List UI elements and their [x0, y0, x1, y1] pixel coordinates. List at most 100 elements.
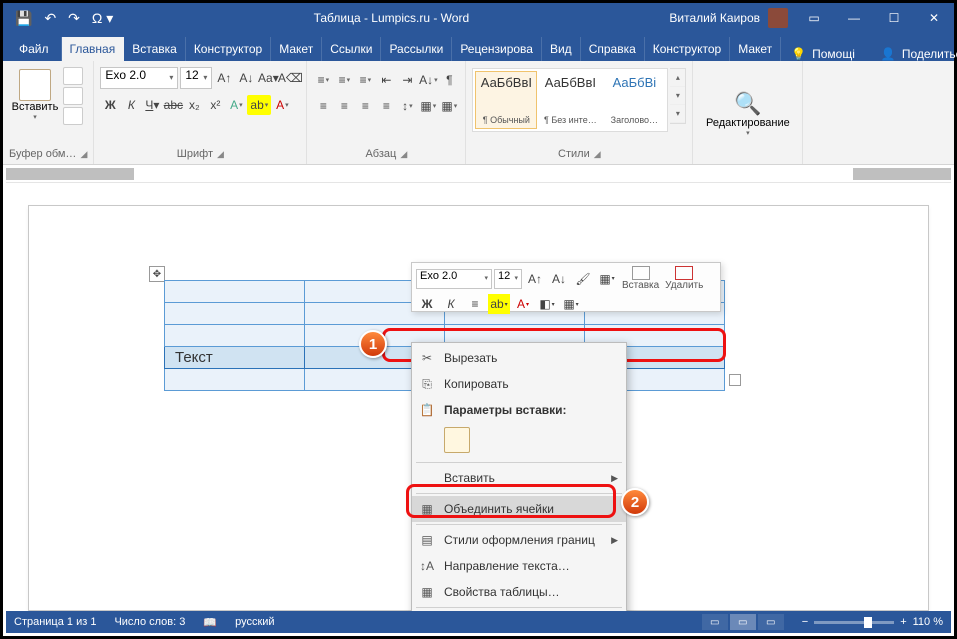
- align-justify-icon[interactable]: ≡: [376, 96, 396, 116]
- mini-italic-icon[interactable]: К: [440, 294, 462, 314]
- show-marks-icon[interactable]: ¶: [439, 70, 459, 90]
- align-left-icon[interactable]: ≡: [313, 96, 333, 116]
- style-heading1[interactable]: АаБбВіЗаголово…: [603, 71, 665, 129]
- mini-bold-icon[interactable]: Ж: [416, 294, 438, 314]
- redo-icon[interactable]: ↷: [68, 10, 80, 27]
- menu-border-styles[interactable]: ▤Стили оформления границ▶: [412, 527, 626, 553]
- undo-icon[interactable]: ↶: [44, 10, 56, 27]
- page[interactable]: ✥ Текст Exo 2.0▾ 12▾ A↑ A↓ 🖌 ▦ Вставка У…: [28, 205, 929, 611]
- line-spacing-icon[interactable]: ↕: [397, 96, 417, 116]
- dialog-launcher-icon[interactable]: ◢: [80, 149, 87, 160]
- text-effects-icon[interactable]: A: [226, 95, 246, 115]
- mini-align-icon[interactable]: ≡: [464, 294, 486, 314]
- menu-text-direction[interactable]: ↕AНаправление текста…: [412, 553, 626, 579]
- tab-home[interactable]: Главная: [62, 37, 125, 61]
- indent-inc-icon[interactable]: ⇥: [397, 70, 417, 90]
- menu-copy[interactable]: ⎘Копировать: [412, 371, 626, 397]
- mini-delete-button[interactable]: Удалить: [663, 266, 705, 291]
- minimize-button[interactable]: —: [834, 3, 874, 33]
- sort-icon[interactable]: A↓: [418, 70, 438, 90]
- status-language[interactable]: русский: [235, 616, 274, 628]
- tab-file[interactable]: Файл: [7, 37, 62, 61]
- horizontal-ruler[interactable]: [6, 165, 951, 183]
- mini-highlight-icon[interactable]: ab: [488, 294, 510, 314]
- styles-gallery[interactable]: АаБбВвІ¶ Обычный АаБбВвІ¶ Без инте… АаБб…: [472, 68, 668, 132]
- zoom-out-icon[interactable]: −: [802, 616, 808, 628]
- tab-table-design[interactable]: Конструктор: [645, 37, 730, 61]
- mini-insert-button[interactable]: Вставка: [620, 266, 661, 291]
- zoom-in-icon[interactable]: +: [900, 616, 906, 628]
- tab-help[interactable]: Справка: [581, 37, 645, 61]
- save-icon[interactable]: 💾: [15, 10, 32, 27]
- bullets-icon[interactable]: ≡: [313, 70, 333, 90]
- menu-merge-cells[interactable]: ▦Объединить ячейки: [412, 496, 626, 522]
- mini-shading-icon[interactable]: ◧: [536, 294, 558, 314]
- mini-grow-icon[interactable]: A↑: [524, 269, 546, 289]
- table-resize-handle[interactable]: [729, 374, 741, 386]
- shading-icon[interactable]: ▦: [418, 96, 438, 116]
- mini-size-select[interactable]: 12▾: [494, 269, 522, 289]
- avatar[interactable]: [768, 8, 788, 28]
- find-button[interactable]: 🔍 Редактирование ▾: [722, 87, 774, 137]
- menu-table-properties[interactable]: ▦Свойства таблицы…: [412, 579, 626, 605]
- font-color-icon[interactable]: A: [272, 95, 292, 115]
- format-painter-icon[interactable]: [63, 107, 83, 125]
- table-cell-text[interactable]: Текст: [165, 347, 305, 369]
- view-web-icon[interactable]: ▭: [758, 614, 784, 630]
- tell-me-label[interactable]: Помощі: [812, 47, 855, 61]
- tab-view[interactable]: Вид: [542, 37, 581, 61]
- zoom-level[interactable]: 110 %: [913, 616, 943, 628]
- mini-font-select[interactable]: Exo 2.0▾: [416, 269, 492, 289]
- grow-font-icon[interactable]: A↑: [214, 68, 234, 88]
- ribbon-options-icon[interactable]: ▭: [794, 3, 834, 33]
- highlight-icon[interactable]: ab: [247, 95, 271, 115]
- italic-button[interactable]: К: [121, 95, 141, 115]
- align-right-icon[interactable]: ≡: [355, 96, 375, 116]
- font-size-select[interactable]: 12▾: [180, 67, 212, 89]
- style-nospacing[interactable]: АаБбВвІ¶ Без инте…: [539, 71, 601, 129]
- paste-option-icon[interactable]: [444, 427, 470, 453]
- mini-shrink-icon[interactable]: A↓: [548, 269, 570, 289]
- tab-layout[interactable]: Макет: [271, 37, 322, 61]
- superscript-button[interactable]: x²: [205, 95, 225, 115]
- subscript-button[interactable]: x₂: [184, 95, 204, 115]
- style-normal[interactable]: АаБбВвІ¶ Обычный: [475, 71, 537, 129]
- strike-button[interactable]: abc: [163, 95, 183, 115]
- tell-me-icon[interactable]: 💡: [791, 47, 806, 61]
- shrink-font-icon[interactable]: A↓: [236, 68, 256, 88]
- dialog-launcher-icon[interactable]: ◢: [400, 149, 407, 160]
- mini-fontcolor-icon[interactable]: A: [512, 294, 534, 314]
- user-area[interactable]: Виталий Каиров: [669, 8, 794, 28]
- cut-icon[interactable]: [63, 67, 83, 85]
- change-case-icon[interactable]: Aa▾: [258, 68, 278, 88]
- tab-mailings[interactable]: Рассылки: [381, 37, 452, 61]
- document-area[interactable]: ✥ Текст Exo 2.0▾ 12▾ A↑ A↓ 🖌 ▦ Вставка У…: [6, 165, 951, 611]
- status-proof-icon[interactable]: 📖: [203, 616, 217, 629]
- close-button[interactable]: ✕: [914, 3, 954, 33]
- share-icon[interactable]: 👤: [881, 47, 896, 61]
- indent-dec-icon[interactable]: ⇤: [376, 70, 396, 90]
- mini-borders-icon[interactable]: ▦: [596, 269, 618, 289]
- tab-table-layout[interactable]: Макет: [730, 37, 781, 61]
- paste-button[interactable]: Вставить ▾: [9, 65, 61, 146]
- dialog-launcher-icon[interactable]: ◢: [594, 149, 601, 160]
- copy-icon[interactable]: [63, 87, 83, 105]
- styles-more-button[interactable]: ▴▾▾: [670, 68, 686, 124]
- tab-references[interactable]: Ссылки: [322, 37, 381, 61]
- tab-review[interactable]: Рецензирова: [452, 37, 542, 61]
- bold-button[interactable]: Ж: [100, 95, 120, 115]
- numbering-icon[interactable]: ≡: [334, 70, 354, 90]
- share-label[interactable]: Поделиться: [902, 47, 957, 61]
- mini-cellborder-icon[interactable]: ▦: [560, 294, 582, 314]
- tab-design[interactable]: Конструктор: [186, 37, 271, 61]
- borders-icon[interactable]: ▦: [439, 96, 459, 116]
- view-print-icon[interactable]: ▭: [730, 614, 756, 630]
- multilevel-icon[interactable]: ≡: [355, 70, 375, 90]
- dialog-launcher-icon[interactable]: ◢: [217, 149, 224, 160]
- zoom-control[interactable]: − + 110 %: [802, 616, 943, 628]
- font-name-select[interactable]: Exo 2.0▾: [100, 67, 178, 89]
- maximize-button[interactable]: ☐: [874, 3, 914, 33]
- menu-insert[interactable]: Вставить▶: [412, 465, 626, 491]
- status-page[interactable]: Страница 1 из 1: [14, 616, 96, 628]
- omega-icon[interactable]: Ω ▾: [92, 10, 113, 27]
